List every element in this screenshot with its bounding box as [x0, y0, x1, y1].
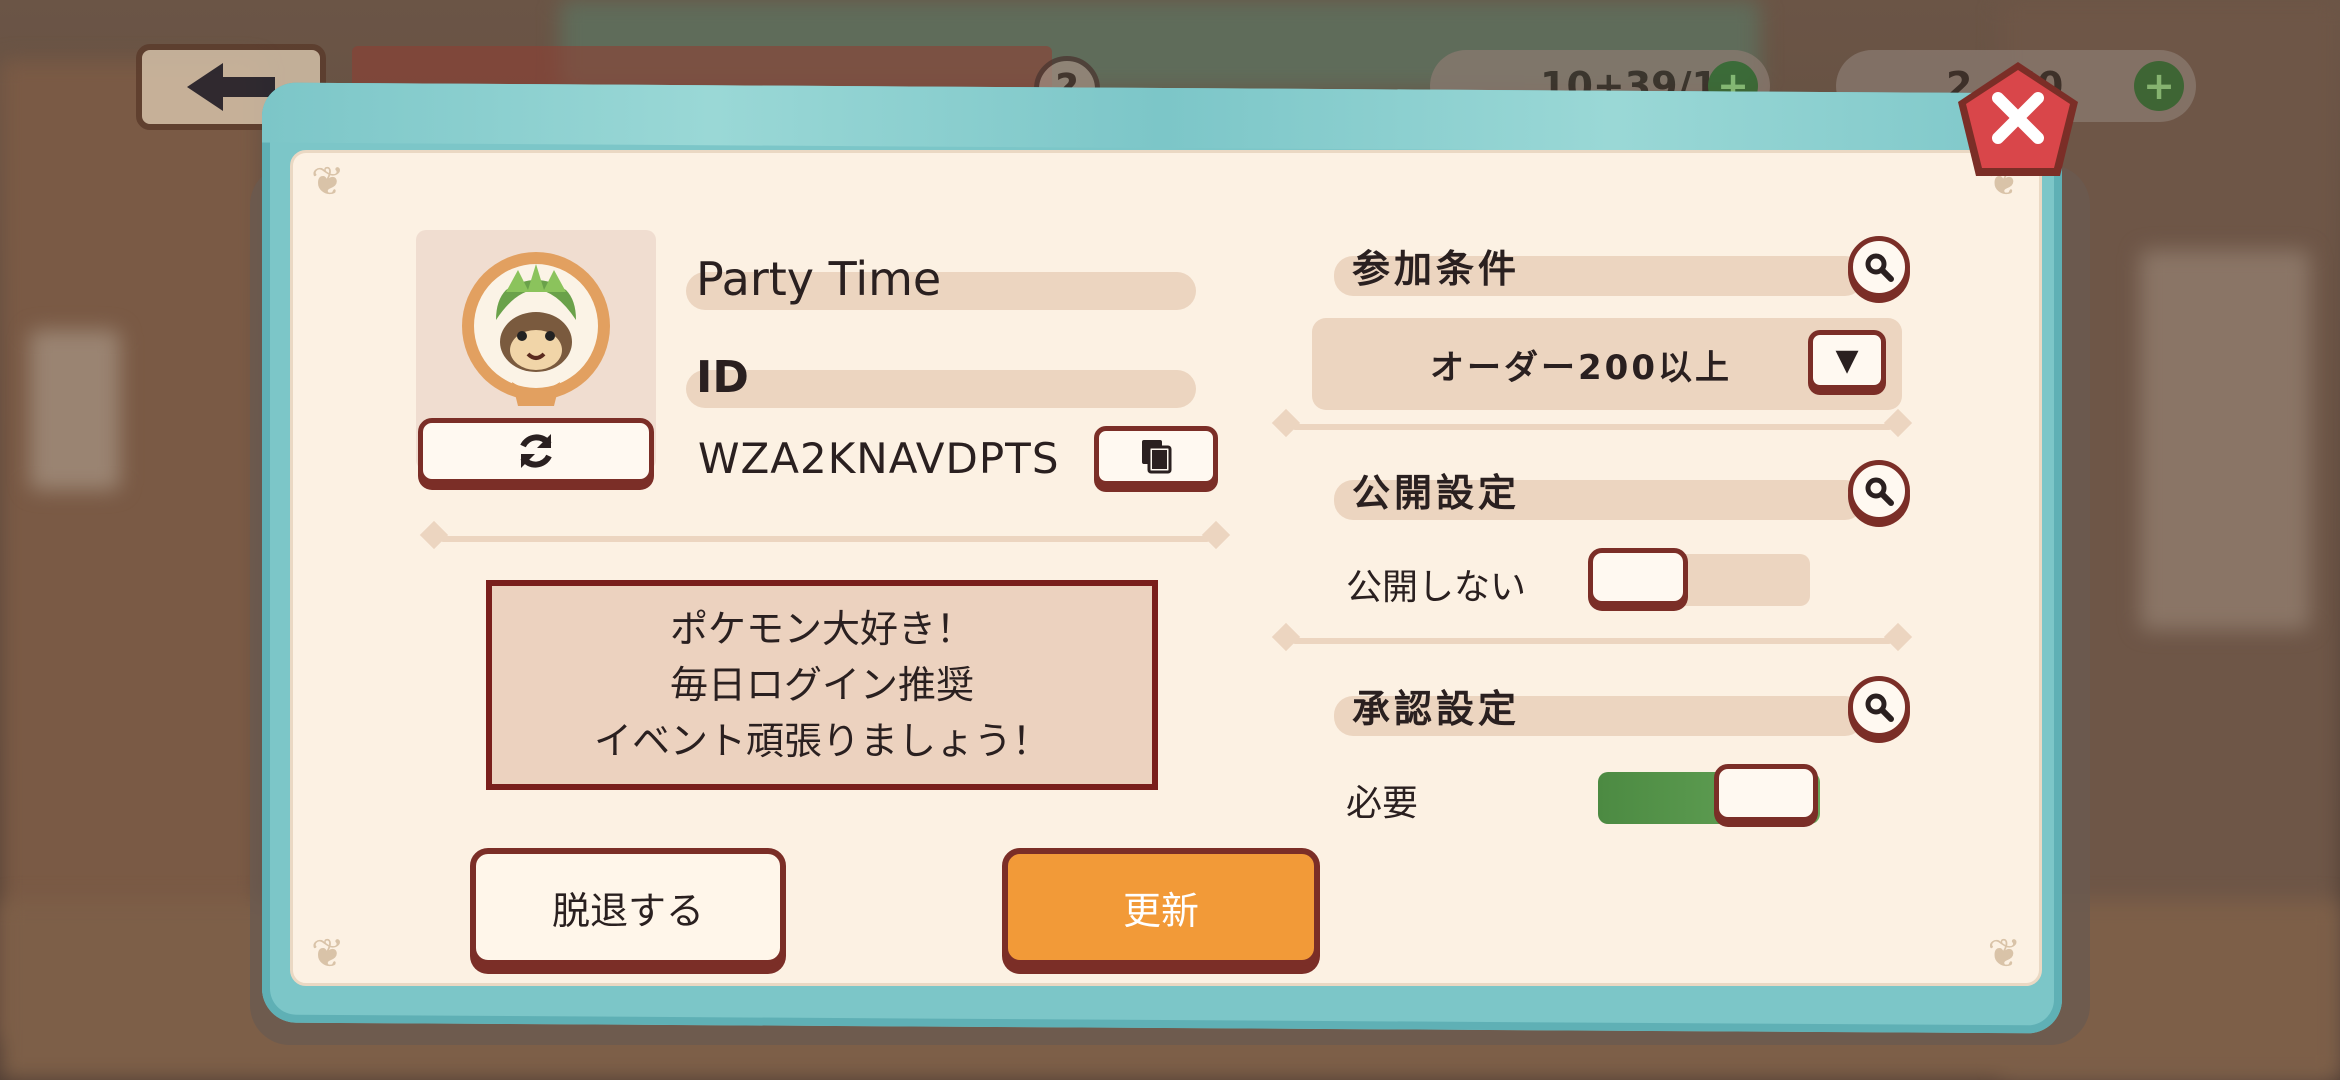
search-icon — [1865, 477, 1894, 506]
visibility-value-label: 公開しない — [1346, 567, 1527, 608]
update-button[interactable]: 更新 — [1002, 848, 1320, 966]
corner-ornament-icon: ❦ — [311, 931, 345, 977]
approval-toggle-knob[interactable] — [1714, 764, 1818, 822]
close-button[interactable] — [1952, 58, 2084, 182]
party-message-box[interactable]: ポケモン大好き！ 毎日ログイン推奨 イベント頑張りましょう！ — [486, 580, 1158, 790]
chespin-avatar-icon — [462, 252, 610, 406]
visibility-title: 公開設定 — [1352, 471, 1521, 515]
id-label: ID — [696, 352, 749, 403]
message-line-3: イベント頑張りましょう！ — [593, 719, 1050, 763]
chevron-down-icon: ▼ — [1835, 342, 1859, 378]
search-icon — [1865, 253, 1894, 282]
conditions-title: 参加条件 — [1352, 247, 1521, 291]
refresh-icon — [520, 434, 552, 468]
visibility-divider — [1271, 622, 1913, 652]
message-line-2: 毎日ログイン推奨 — [669, 663, 974, 707]
visibility-toggle-knob[interactable] — [1588, 548, 1688, 606]
party-id-value: WZA2KNAVDPTS — [698, 434, 1060, 483]
approval-value-label: 必要 — [1346, 783, 1419, 824]
party-name: Party Time — [696, 252, 942, 306]
profile-divider — [419, 520, 1231, 550]
corner-ornament-icon: ❦ — [311, 159, 345, 205]
resource-2-plus-button[interactable]: + — [2134, 61, 2184, 111]
avatar — [456, 250, 616, 410]
close-icon — [1958, 62, 2078, 176]
conditions-dropdown-button[interactable]: ▼ — [1808, 330, 1886, 390]
copy-id-button[interactable] — [1094, 426, 1218, 486]
visibility-info-button[interactable] — [1848, 460, 1910, 522]
copy-icon — [1142, 440, 1172, 474]
search-icon — [1865, 693, 1894, 722]
conditions-selected-value: オーダー200以上 — [1430, 347, 1732, 388]
id-label-underline — [686, 370, 1196, 408]
message-line-1: ポケモン大好き！ — [669, 607, 974, 651]
conditions-divider — [1271, 408, 1913, 438]
approval-info-button[interactable] — [1848, 676, 1910, 738]
refresh-avatar-button[interactable] — [418, 418, 654, 484]
leave-party-button[interactable]: 脱退する — [470, 848, 786, 966]
approval-title: 承認設定 — [1352, 687, 1521, 731]
conditions-info-button[interactable] — [1848, 236, 1910, 298]
corner-ornament-icon: ❦ — [1987, 931, 2021, 977]
